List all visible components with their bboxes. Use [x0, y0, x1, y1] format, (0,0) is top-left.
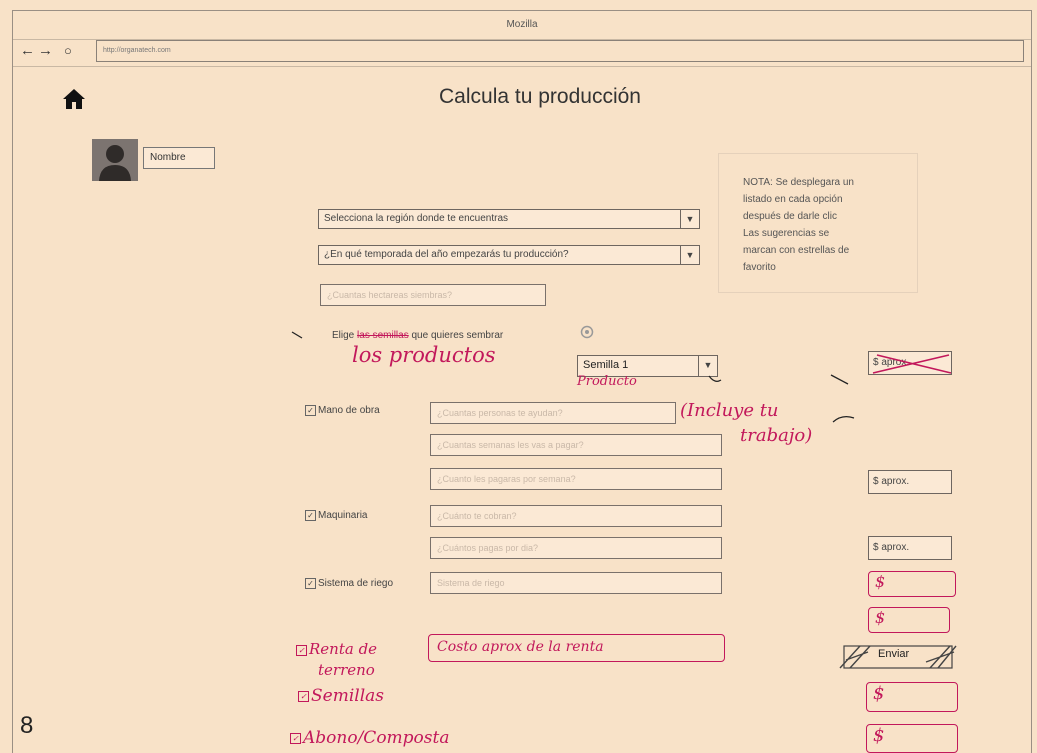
machinery-cost-input[interactable]: ¿Cuánto te cobran? [430, 505, 722, 527]
seed-select-value: Semilla 1 [583, 359, 629, 371]
annotation-tick [291, 331, 303, 339]
land-rent-input-value: Costo aprox de la renta [437, 639, 604, 655]
compost-price-field[interactable]: $ [866, 724, 958, 753]
region-select-value: Selecciona la región donde te encuentras [324, 213, 509, 224]
checkbox-checked-icon: ✓ [298, 691, 309, 702]
user-icon [99, 145, 131, 181]
seeds-label-prefix: Elige [332, 330, 355, 341]
labor-checkbox[interactable]: ✓ Mano de obra [305, 405, 380, 416]
submit-button-label: Enviar [878, 648, 910, 660]
note-line: marcan con estrellas de [743, 245, 850, 256]
chevron-down-icon: ▼ [680, 246, 699, 264]
checkbox-checked-icon: ✓ [305, 405, 316, 416]
note-box: NOTA: Se desplegara un listado en cada o… [718, 153, 918, 293]
window-title: Mozilla [13, 11, 1031, 40]
checkbox-checked-icon: ✓ [290, 733, 301, 744]
seeds-annotation-label: Semillas [311, 686, 384, 706]
note-line: favorito [743, 262, 776, 273]
season-select-value: ¿En qué temporada del año empezarás tu p… [324, 249, 569, 260]
avatar [92, 139, 138, 181]
url-bar[interactable]: http://organatech.com [96, 40, 1024, 62]
chevron-down-icon: ▼ [680, 210, 699, 228]
land-rent-label-2: terreno [318, 661, 375, 679]
machinery-price-field[interactable]: $ aprox. [868, 536, 952, 560]
reload-button[interactable]: ○ [64, 42, 72, 60]
machinery-daily-input[interactable]: ¿Cuántos pagas por dia? [430, 537, 722, 559]
home-icon[interactable] [62, 88, 86, 115]
irrigation-price-field[interactable]: $ [868, 571, 956, 597]
dollar-mark: $ [873, 683, 885, 704]
note-line: NOTA: Se desplegara un [743, 177, 854, 188]
annotation-product: Producto [577, 374, 637, 389]
checkbox-checked-icon: ✓ [305, 510, 316, 521]
dollar-mark: $ [875, 608, 886, 627]
note-line: listado en cada opción [743, 194, 843, 205]
land-rent-input[interactable]: Costo aprox de la renta [428, 634, 725, 662]
submit-button[interactable]: Enviar [838, 642, 958, 670]
irrigation-label: Sistema de riego [318, 578, 394, 590]
note-line: después de darle clic [743, 211, 837, 222]
labor-pay-input[interactable]: ¿Cuanto les pagaras por semana? [430, 468, 722, 490]
labor-weeks-input[interactable]: ¿Cuantas semanas les vas a pagar? [430, 434, 722, 456]
seeds-label-struck: las semillas [357, 330, 409, 341]
page-number: 8 [20, 712, 34, 739]
seed-price-field[interactable]: $ aprox. [868, 351, 952, 375]
dollar-mark: $ [875, 572, 886, 591]
dollar-mark: $ [873, 725, 885, 746]
machinery-checkbox[interactable]: ✓ Maquinaria [305, 510, 367, 521]
hectares-input[interactable]: ¿Cuantas hectareas siembras? [320, 284, 546, 306]
land-rent-price-field[interactable]: $ [868, 607, 950, 633]
labor-people-input[interactable]: ¿Cuantas personas te ayudan? [430, 402, 676, 424]
annotation-tick [832, 416, 855, 423]
seeds-checkbox[interactable]: ✓ Semillas [298, 686, 384, 706]
checkbox-checked-icon: ✓ [296, 644, 307, 656]
labor-label: Mano de obra [318, 405, 380, 417]
labor-price-field[interactable]: $ aprox. [868, 470, 952, 494]
season-select[interactable]: ¿En qué temporada del año empezarás tu p… [318, 245, 700, 265]
machinery-label: Maquinaria [318, 510, 368, 522]
land-rent-label: Renta de [309, 640, 378, 658]
seeds-price-field[interactable]: $ [866, 682, 958, 712]
annotation-include-work: (Incluye tu [680, 400, 779, 421]
annotation-products: los productos [352, 343, 496, 367]
region-select[interactable]: Selecciona la región donde te encuentras… [318, 209, 700, 229]
toolbar-divider [13, 66, 1031, 67]
name-field[interactable]: Nombre [143, 147, 215, 169]
forward-button[interactable]: → [38, 42, 53, 60]
back-button[interactable]: ← [20, 42, 35, 60]
compost-label: Abono/Composta [303, 728, 450, 748]
checkbox-checked-icon: ✓ [305, 578, 316, 589]
page-title: Calcula tu producción [439, 85, 641, 108]
seeds-label-suffix: que quieres sembrar [411, 330, 504, 341]
annotation-tick [708, 375, 722, 382]
favorite-star-icon [580, 325, 594, 344]
land-rent-checkbox[interactable]: ✓ Renta de [296, 640, 377, 658]
strike-through-mark [872, 354, 952, 374]
irrigation-checkbox[interactable]: ✓ Sistema de riego [305, 578, 393, 589]
seeds-label: Elige las semillas que quieres sembrar [332, 330, 503, 341]
annotation-tick [830, 374, 849, 385]
compost-checkbox[interactable]: ✓ Abono/Composta [290, 728, 449, 748]
note-line: Las sugerencias se [743, 228, 830, 239]
irrigation-input[interactable]: Sistema de riego [430, 572, 722, 594]
annotation-include-work: trabajo) [740, 425, 813, 446]
